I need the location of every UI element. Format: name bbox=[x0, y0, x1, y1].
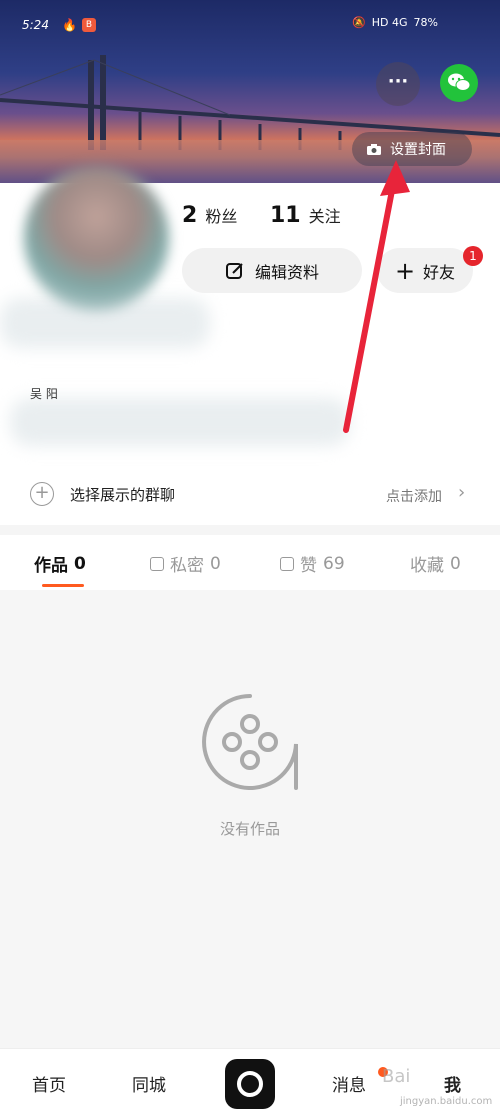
follow-count: 11 bbox=[270, 203, 301, 228]
avatar[interactable] bbox=[24, 166, 169, 311]
group-chat-row[interactable]: + 选择展示的群聊 点击添加 › bbox=[0, 470, 500, 518]
profile-tabs: 作品 0 私密 0 赞 69 收藏 0 bbox=[0, 535, 500, 590]
group-chat-label: 选择展示的群聊 bbox=[70, 486, 176, 504]
lock-icon bbox=[150, 556, 164, 571]
add-friend-label: 好友 bbox=[423, 262, 456, 282]
tab-likes-label: 赞 bbox=[300, 556, 317, 576]
film-reel-icon bbox=[202, 694, 298, 790]
record-icon bbox=[237, 1071, 263, 1097]
tab-works[interactable]: 作品 0 bbox=[34, 551, 86, 577]
tab-favorites[interactable]: 收藏 0 bbox=[410, 551, 461, 577]
nav-messages[interactable]: 消息 bbox=[332, 1071, 366, 1096]
edit-profile-label: 编辑资料 bbox=[254, 262, 319, 282]
fans-count: 2 bbox=[182, 203, 198, 228]
tab-favorites-count: 0 bbox=[450, 553, 461, 574]
profile-cover-image[interactable]: 5:24 🔥 B 🔕 HD 4G 78% ··· 设置封面 bbox=[0, 0, 500, 183]
nav-home[interactable]: 首页 bbox=[32, 1071, 66, 1096]
profile-page: 5:24 🔥 B 🔕 HD 4G 78% ··· 设置封面 2 粉丝 11 关注… bbox=[0, 0, 500, 1116]
status-time: 5:24 bbox=[22, 18, 49, 32]
watermark-url: jingyan.baidu.com bbox=[400, 1096, 493, 1107]
empty-state-text: 没有作品 bbox=[219, 820, 280, 838]
tab-favorites-label: 收藏 bbox=[410, 556, 444, 576]
fans-label: 粉丝 bbox=[205, 207, 238, 226]
add-circle-icon: + bbox=[30, 482, 54, 506]
network-info: HD 4G bbox=[371, 16, 408, 29]
tab-works-count: 0 bbox=[74, 553, 86, 574]
more-options-button[interactable]: ··· bbox=[376, 62, 420, 106]
active-tab-indicator bbox=[42, 584, 84, 587]
tab-likes-count: 69 bbox=[323, 553, 345, 574]
watermark-brand: Bai bbox=[382, 1066, 411, 1087]
status-indicators: 🔕 HD 4G 78% bbox=[352, 16, 438, 29]
tab-private-count: 0 bbox=[210, 553, 221, 574]
lock-icon bbox=[280, 556, 294, 571]
wechat-share-button[interactable] bbox=[440, 64, 478, 102]
profile-note: 吴 阳 bbox=[30, 387, 58, 401]
wechat-icon bbox=[448, 73, 471, 91]
battery-level: 78% bbox=[413, 16, 438, 29]
status-bar: 5:24 🔥 B 🔕 HD 4G 78% bbox=[0, 0, 500, 50]
tab-private-label: 私密 bbox=[170, 556, 204, 576]
edit-icon bbox=[225, 262, 243, 279]
blurred-bio bbox=[10, 398, 350, 446]
mute-icon: 🔕 bbox=[352, 16, 366, 29]
tab-works-label: 作品 bbox=[34, 556, 68, 576]
tab-likes[interactable]: 赞 69 bbox=[280, 551, 345, 576]
chevron-right-icon: › bbox=[458, 482, 466, 503]
tab-private[interactable]: 私密 0 bbox=[150, 551, 221, 576]
works-empty-state: 没有作品 bbox=[0, 590, 500, 1048]
red-arrow-annotation bbox=[343, 160, 410, 433]
nav-local[interactable]: 同城 bbox=[132, 1071, 166, 1096]
group-chat-action[interactable]: 点击添加 bbox=[386, 486, 442, 506]
capture-button[interactable] bbox=[225, 1059, 275, 1109]
flame-icon: 🔥 bbox=[62, 18, 77, 32]
app-notification-icon: B bbox=[82, 18, 96, 32]
nav-me[interactable]: 我 bbox=[444, 1071, 461, 1096]
friend-notification-badge: 1 bbox=[463, 246, 483, 266]
fans-stat[interactable]: 2 粉丝 bbox=[182, 203, 237, 228]
